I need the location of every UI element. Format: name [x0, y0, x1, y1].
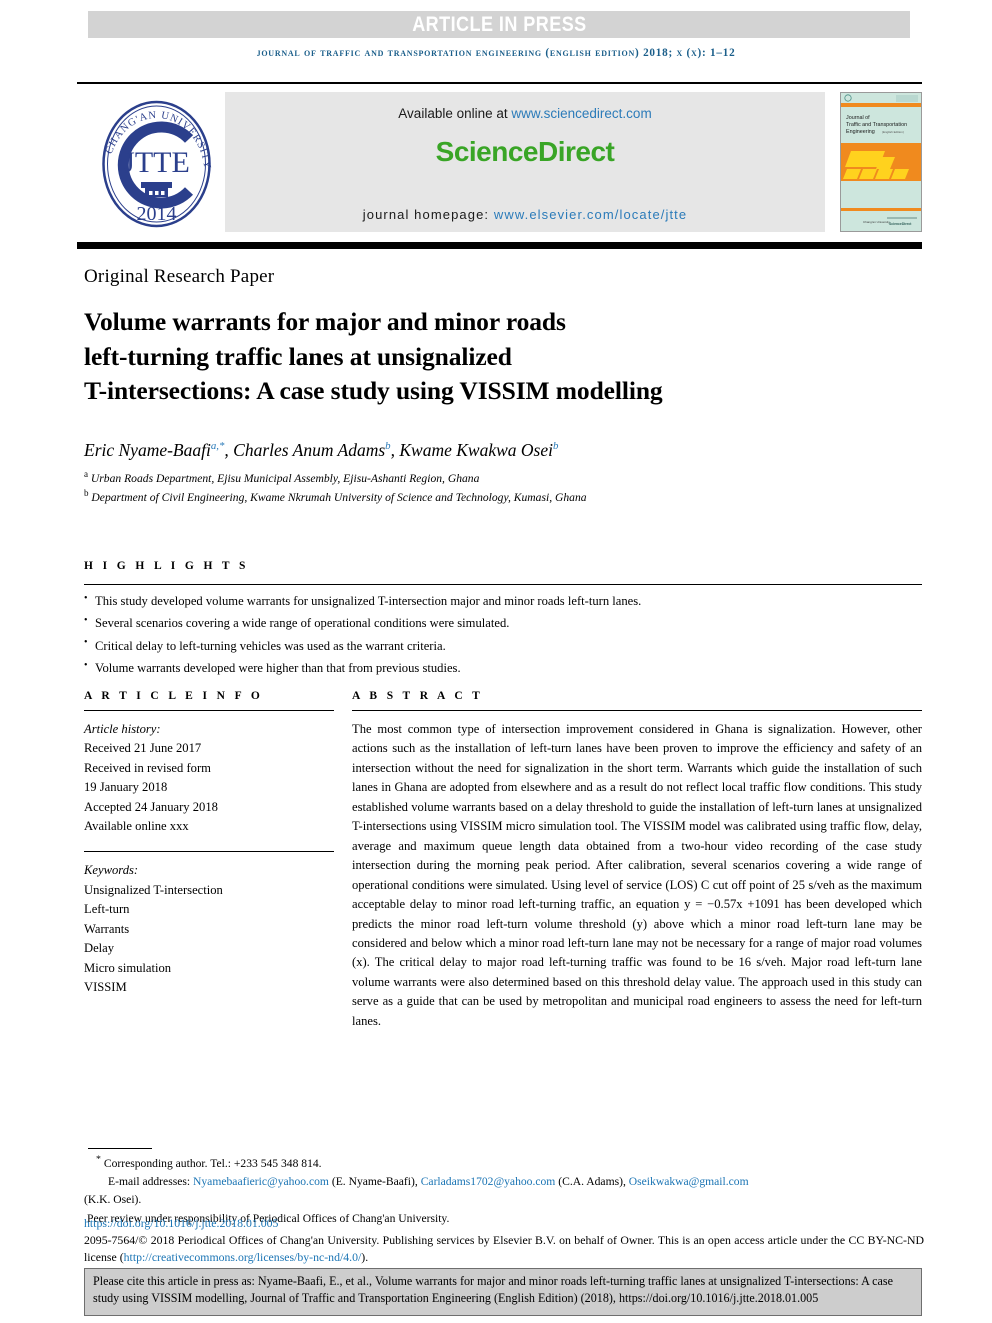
svg-text:ScienceDirect: ScienceDirect — [889, 222, 912, 226]
email-link-2[interactable]: Carladams1702@yahoo.com — [421, 1175, 556, 1188]
journal-running-head: JOURNAL OF TRAFFIC AND TRANSPORTATION EN… — [256, 47, 736, 59]
journal-masthead: CHANG'AN UNIVERSITY JTTE 2014 Available … — [77, 82, 922, 237]
article-history-revised-date: 19 January 2018 — [84, 780, 168, 795]
journal-homepage-link[interactable]: www.elsevier.com/locate/jtte — [494, 207, 687, 222]
list-item: Volume warrants developed were higher th… — [84, 657, 922, 679]
highlights-list: This study developed volume warrants for… — [84, 589, 922, 680]
article-history-received: Received 21 June 2017 — [84, 741, 202, 756]
keywords-divider — [84, 850, 334, 853]
abstract-text: The most common type of intersection imp… — [352, 722, 922, 1028]
article-in-press-label: ARTICLE IN PRESS — [411, 12, 587, 36]
email-addresses-note: E-mail addresses: Nyamebaafieric@yahoo.c… — [84, 1173, 924, 1191]
article-history-label: Article history: — [84, 722, 161, 736]
license-link[interactable]: http://creativecommons.org/licenses/by-n… — [124, 1250, 362, 1264]
sciencedirect-logo[interactable]: ScienceDirect — [225, 136, 825, 168]
keyword-item: Left-turn — [84, 902, 130, 917]
available-online-line: Available online at www.sciencedirect.co… — [225, 106, 825, 121]
author-1-marks: a,* — [210, 440, 225, 453]
email-link-3[interactable]: Oseikwakwa@gmail.com — [629, 1175, 749, 1188]
author-name-2: Charles Anum Adams — [233, 440, 386, 460]
keyword-item: Delay — [84, 941, 115, 956]
article-info-divider — [84, 710, 334, 711]
email-tail: (K.K. Osei). — [84, 1193, 142, 1207]
svg-text:Engineering: Engineering — [846, 129, 875, 135]
svg-text:JTTE: JTTE — [123, 146, 190, 179]
jtte-seal-svg: CHANG'AN UNIVERSITY JTTE 2014 — [102, 100, 211, 228]
copyright-notice: 2095-7564/© 2018 Periodical Offices of C… — [84, 1232, 924, 1267]
affiliation-text-b: Department of Civil Engineering, Kwame N… — [91, 491, 587, 505]
author-name-1: Eric Nyame-Baafi — [84, 440, 211, 460]
highlights-divider — [84, 584, 922, 585]
abstract-column: A B S T R A C T The most common type of … — [352, 690, 922, 1031]
article-type-label: Original Research Paper — [84, 266, 275, 287]
copyright-text-part2: ). — [361, 1250, 369, 1265]
svg-text:Journal of: Journal of — [846, 115, 870, 121]
affiliation-mark-b: b — [84, 488, 89, 499]
corresponding-author-text: Corresponding author. Tel.: +233 545 348… — [103, 1156, 322, 1170]
svg-text:Traffic and Transportation: Traffic and Transportation — [846, 122, 907, 128]
article-info-column: A R T I C L E I N F O Article history: R… — [84, 690, 334, 997]
doi-link[interactable]: https://doi.org/10.1016/j.jtte.2018.01.0… — [84, 1216, 278, 1231]
footnote-rule — [88, 1148, 152, 1149]
available-online-prefix: Available online at — [398, 106, 512, 121]
affiliation-item-b: b Department of Civil Engineering, Kwame… — [84, 487, 924, 506]
title-line-1: Volume warrants for major and minor road… — [84, 307, 566, 336]
article-history-accepted: Accepted 24 January 2018 — [84, 799, 218, 814]
list-item: Several scenarios covering a wide range … — [84, 612, 922, 634]
journal-cover-thumbnail: Journal of Traffic and Transportation En… — [840, 92, 922, 232]
affiliation-item-a: a Urban Roads Department, Ejisu Municipa… — [84, 468, 924, 487]
affiliation-mark-a: a — [84, 469, 89, 479]
keywords-block: Keywords: Unsignalized T-intersection Le… — [84, 861, 334, 997]
sciencedirect-url-link[interactable]: www.sciencedirect.com — [511, 106, 651, 121]
list-item: Critical delay to left-turning vehicles … — [84, 634, 922, 657]
author-list: Eric Nyame-Baafia,*, Charles Anum Adamsb… — [84, 440, 559, 460]
citation-box: Please cite this article in press as: Ny… — [84, 1268, 922, 1316]
keywords-label: Keywords: — [84, 863, 139, 878]
page-title: Volume warrants for major and minor road… — [84, 305, 924, 409]
keyword-item: Micro simulation — [84, 960, 172, 975]
corresponding-author-note: * Corresponding author. Tel.: +233 545 3… — [84, 1152, 924, 1173]
jtte-seal-logo: CHANG'AN UNIVERSITY JTTE 2014 — [89, 94, 224, 234]
title-line-2: left-turning traffic lanes at unsignaliz… — [84, 341, 512, 371]
article-info-heading: A R T I C L E I N F O — [84, 690, 264, 702]
journal-homepage-line: journal homepage: www.elsevier.com/locat… — [225, 207, 825, 222]
email-owner-1: (E. Nyame-Baafi), — [331, 1175, 418, 1189]
svg-text:2014: 2014 — [137, 203, 177, 225]
email-owner-2: (C.A. Adams), — [558, 1175, 626, 1189]
keyword-item: Unsignalized T-intersection — [84, 882, 223, 897]
abstract-divider — [352, 710, 922, 711]
svg-text:Chang'an University: Chang'an University — [863, 220, 890, 224]
author-2-marks: b — [385, 440, 391, 453]
asterisk-icon: * — [96, 1154, 101, 1165]
email-link-1[interactable]: Nyamebaafieric@yahoo.com — [193, 1175, 329, 1188]
svg-text:(English Edition): (English Edition) — [882, 130, 904, 134]
journal-homepage-prefix: journal homepage: — [362, 207, 494, 222]
article-history-block: Article history: Received 21 June 2017 R… — [84, 720, 334, 837]
article-in-press-banner: ARTICLE IN PRESS — [88, 11, 910, 38]
masthead-divider-rule — [77, 242, 922, 249]
highlights-heading: H I G H L I G H T S — [84, 560, 249, 572]
affiliation-list: a Urban Roads Department, Ejisu Municipa… — [84, 468, 924, 507]
journal-cover-svg: Journal of Traffic and Transportation En… — [841, 93, 921, 231]
title-line-3: T-intersections: A case study using VISS… — [84, 376, 663, 406]
list-item: This study developed volume warrants for… — [84, 589, 922, 612]
keyword-item: VISSIM — [84, 980, 127, 995]
article-history-available: Available online xxx — [84, 819, 189, 834]
sciencedirect-banner: Available online at www.sciencedirect.co… — [225, 92, 825, 232]
author-3-marks: b — [552, 440, 559, 453]
keyword-item: Warrants — [84, 921, 130, 936]
citation-text: Please cite this article in press as: Ny… — [93, 1274, 893, 1306]
article-history-revised-label: Received in revised form — [84, 760, 211, 775]
abstract-heading: A B S T R A C T — [352, 690, 484, 702]
email-label: E-mail addresses: — [108, 1175, 191, 1189]
author-name-3: Kwame Kwakwa Osei — [399, 440, 553, 460]
affiliation-text-a: Urban Roads Department, Ejisu Municipal … — [90, 471, 480, 485]
